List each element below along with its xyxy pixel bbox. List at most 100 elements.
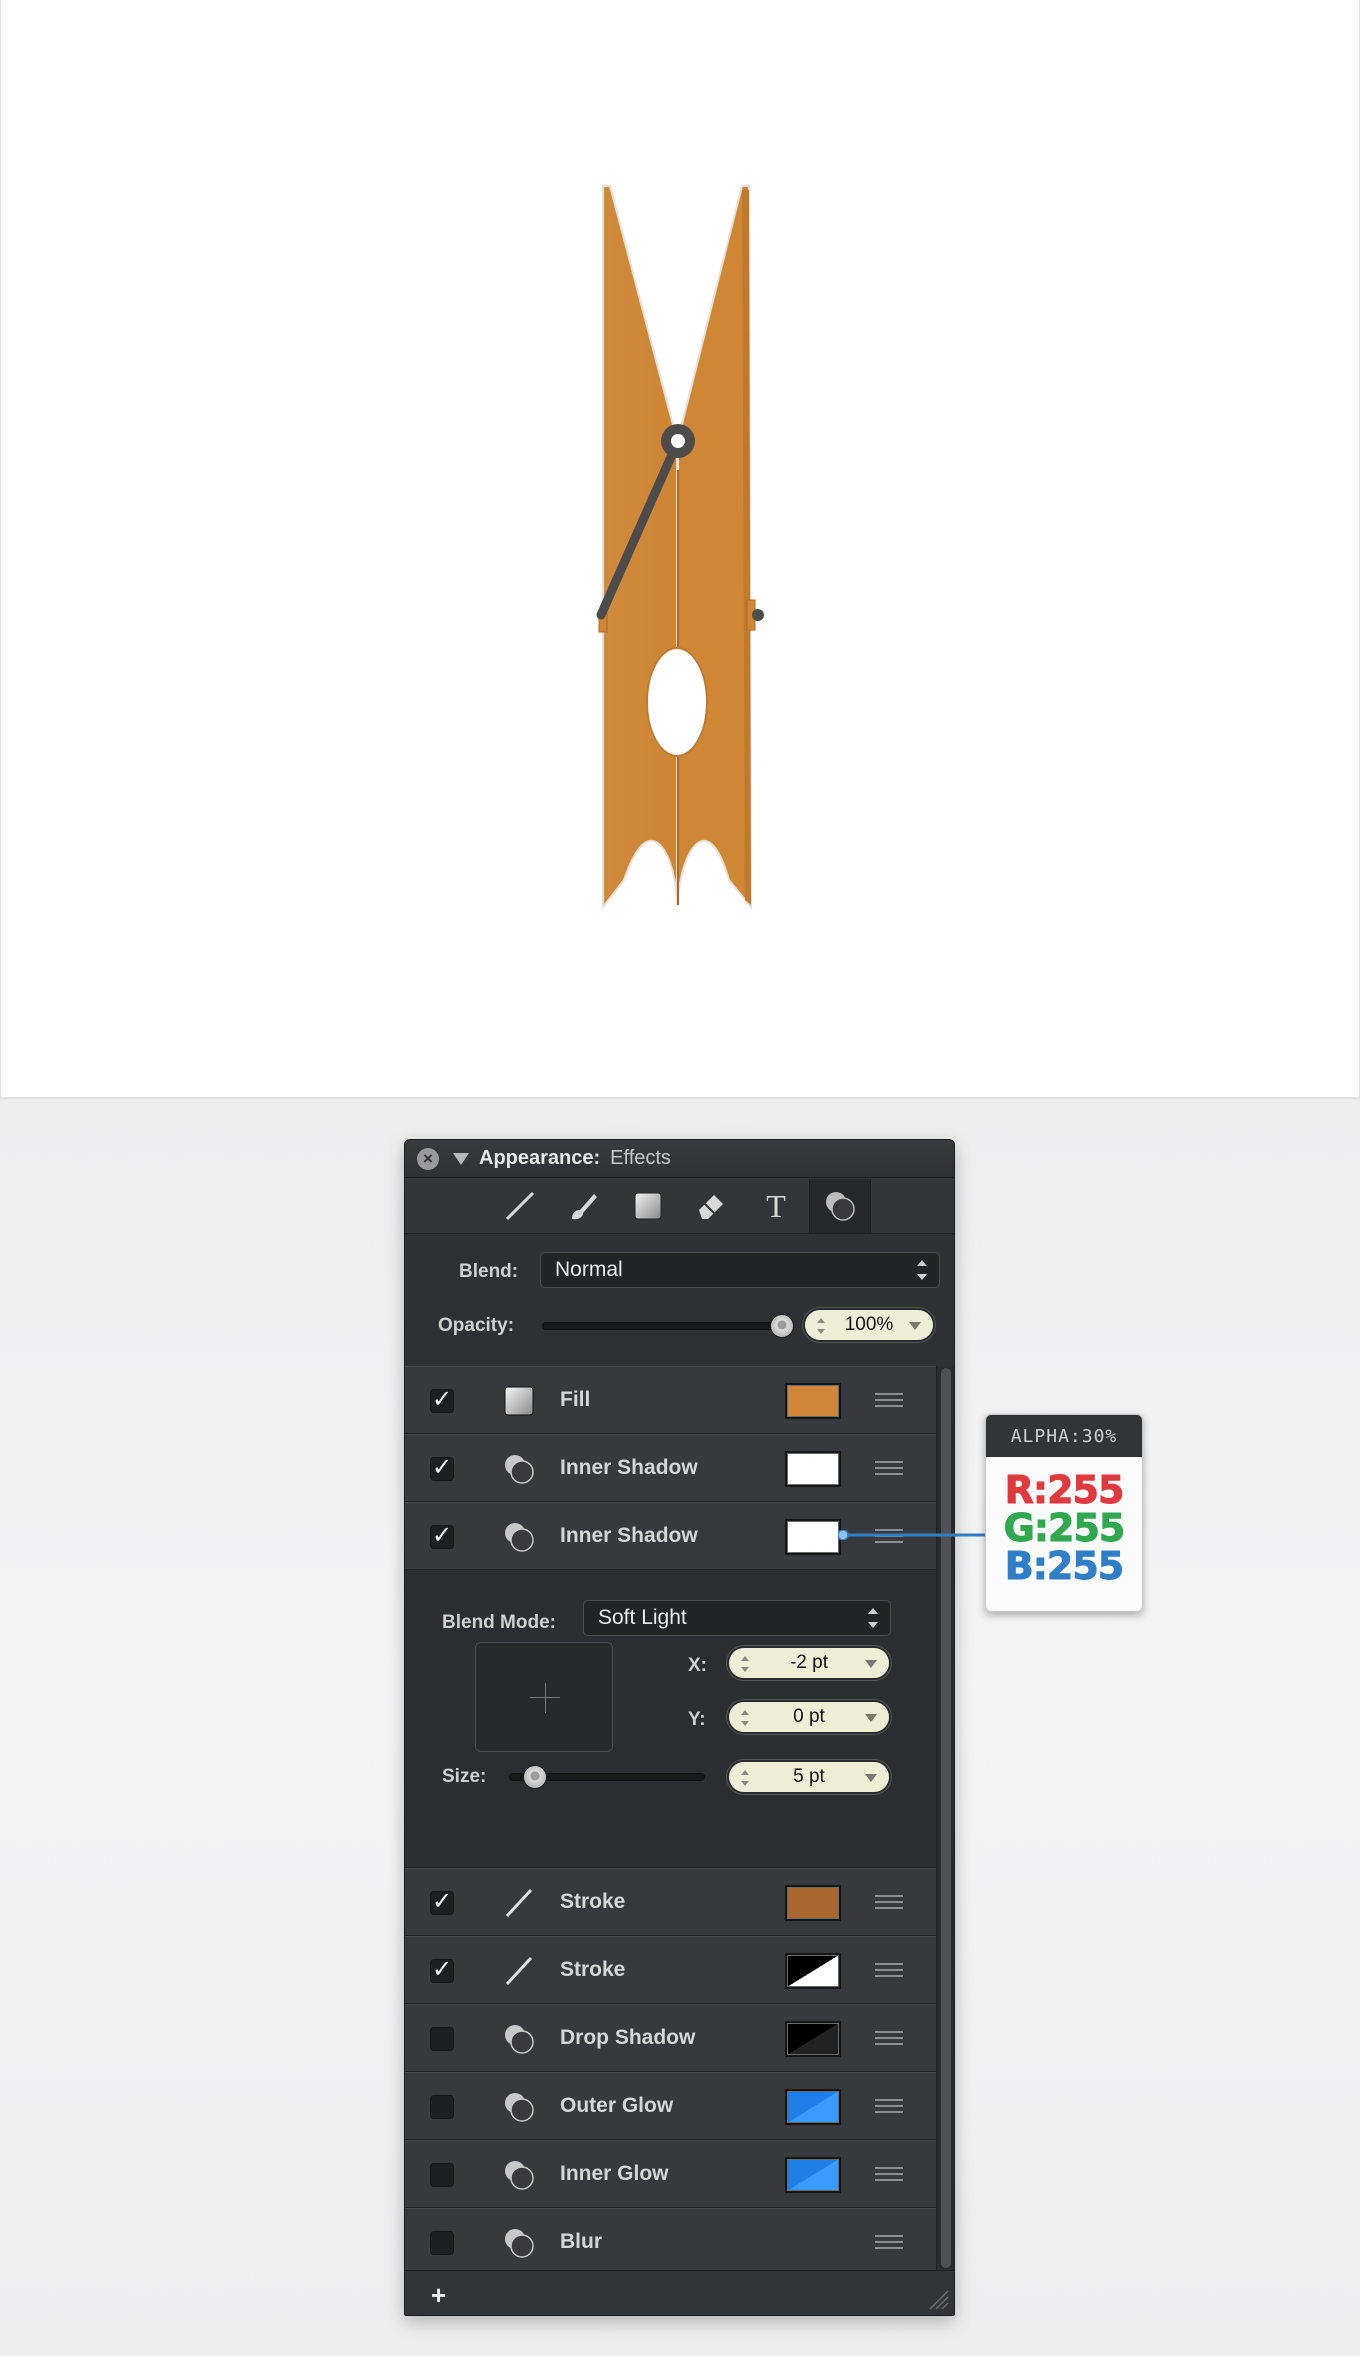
- blend-mode-label: Blend Mode:: [442, 1612, 556, 1633]
- color-swatch[interactable]: [785, 2157, 841, 2193]
- select-arrows-icon: [917, 1260, 927, 1280]
- brush-tool-icon[interactable]: [553, 1179, 615, 1233]
- dropdown-arrow-icon[interactable]: [865, 1714, 877, 1722]
- fill-tool-icon[interactable]: [617, 1179, 679, 1233]
- opacity-slider-track[interactable]: [542, 1322, 782, 1330]
- effect-row[interactable]: Blur: [405, 2208, 936, 2276]
- offset-pad[interactable]: [475, 1642, 613, 1752]
- effect-checkbox[interactable]: ✓: [430, 1456, 454, 1481]
- blend-select[interactable]: Normal: [540, 1252, 940, 1288]
- eraser-tool-icon[interactable]: [681, 1179, 743, 1233]
- disclosure-triangle-icon[interactable]: [453, 1152, 469, 1165]
- effect-row[interactable]: ✓ Stroke: [405, 1868, 936, 1936]
- panel-title: Appearance:: [479, 1147, 601, 1169]
- color-swatch[interactable]: [785, 1383, 841, 1419]
- clothespin-illustration: [596, 185, 764, 910]
- size-label: Size:: [442, 1766, 487, 1787]
- stepper-arrows-icon[interactable]: [741, 1710, 749, 1726]
- inner-shadow-settings: Blend Mode: Soft Light X: -2 pt Y: 0 pt …: [405, 1570, 936, 1868]
- crosshair-icon-vertical: [545, 1683, 546, 1713]
- effect-checkbox[interactable]: ✓: [430, 1958, 454, 1983]
- svg-text:T: T: [766, 1188, 786, 1224]
- effect-row[interactable]: ✓ Inner Shadow: [405, 1434, 936, 1502]
- color-swatch[interactable]: [785, 2021, 841, 2057]
- clothespin-hole: [646, 647, 708, 757]
- red-readout: R:255: [1004, 1468, 1125, 1512]
- dropdown-arrow-icon[interactable]: [865, 1660, 877, 1668]
- shadow-icon: [505, 2161, 534, 2190]
- effect-name: Drop Shadow: [560, 2026, 696, 2049]
- effects-tool-icon[interactable]: [808, 1178, 871, 1233]
- effect-row[interactable]: ✓ Stroke: [405, 1936, 936, 2004]
- effect-checkbox[interactable]: ✓: [430, 1524, 454, 1549]
- effect-name: Outer Glow: [560, 2094, 674, 2117]
- stroke-icon: [505, 1888, 533, 1918]
- size-stepper[interactable]: 5 pt: [727, 1760, 891, 1794]
- effect-row[interactable]: ✓ Fill: [405, 1366, 936, 1434]
- stroke-tool-icon[interactable]: [489, 1179, 551, 1233]
- scrollbar-thumb[interactable]: [941, 1368, 951, 2268]
- stepper-arrows-icon[interactable]: [741, 1656, 749, 1672]
- x-offset-value: -2 pt: [789, 1652, 829, 1673]
- effect-checkbox[interactable]: [430, 2231, 454, 2255]
- y-label: Y:: [688, 1709, 706, 1730]
- color-swatch[interactable]: [785, 1885, 841, 1921]
- dropdown-arrow-icon[interactable]: [909, 1322, 921, 1330]
- effect-checkbox[interactable]: [430, 2027, 454, 2051]
- drag-handle-icon[interactable]: [875, 2099, 903, 2113]
- blend-mode-value: Soft Light: [598, 1606, 687, 1629]
- drag-handle-icon[interactable]: [875, 1461, 903, 1475]
- color-value-tooltip: ALPHA:30% R:255 G:255 B:255: [985, 1414, 1143, 1612]
- effects-scrollbar[interactable]: [936, 1366, 954, 2270]
- opacity-value: 100%: [844, 1314, 894, 1335]
- size-slider-knob[interactable]: [522, 1765, 547, 1789]
- effect-checkbox[interactable]: [430, 2095, 454, 2119]
- dropdown-arrow-icon[interactable]: [865, 1774, 877, 1782]
- effect-name: Fill: [560, 1388, 591, 1411]
- drag-handle-icon[interactable]: [875, 2235, 903, 2249]
- alpha-readout: ALPHA:30%: [986, 1415, 1142, 1457]
- effect-name: Inner Glow: [560, 2162, 669, 2185]
- shadow-icon: [505, 1523, 534, 1552]
- blue-readout: B:255: [1004, 1544, 1124, 1588]
- blend-label: Blend:: [459, 1261, 519, 1282]
- effect-name: Inner Shadow: [560, 1456, 698, 1479]
- panel-subtitle: Effects: [610, 1147, 671, 1169]
- drag-handle-icon[interactable]: [875, 2167, 903, 2181]
- color-swatch[interactable]: [785, 2089, 841, 2125]
- effect-row[interactable]: Outer Glow: [405, 2072, 936, 2140]
- effect-row[interactable]: Inner Glow: [405, 2140, 936, 2208]
- close-icon[interactable]: ×: [417, 1147, 439, 1170]
- stepper-arrows-icon[interactable]: [817, 1318, 825, 1334]
- effect-checkbox[interactable]: [430, 2163, 454, 2187]
- effect-row[interactable]: Drop Shadow: [405, 2004, 936, 2072]
- opacity-stepper[interactable]: 100%: [803, 1308, 935, 1342]
- drag-handle-icon[interactable]: [875, 1393, 903, 1407]
- add-effect-button[interactable]: +: [431, 2280, 446, 2311]
- text-tool-icon[interactable]: T: [745, 1179, 807, 1233]
- opacity-slider-knob[interactable]: [770, 1314, 794, 1338]
- effect-checkbox[interactable]: ✓: [430, 1388, 454, 1413]
- effect-name: Blur: [560, 2230, 602, 2253]
- fill-icon: [504, 1386, 534, 1416]
- x-label: X:: [688, 1655, 707, 1676]
- y-offset-value: 0 pt: [793, 1706, 825, 1727]
- blend-value: Normal: [555, 1258, 623, 1281]
- effect-checkbox[interactable]: ✓: [430, 1890, 454, 1915]
- drag-handle-icon[interactable]: [875, 1895, 903, 1909]
- blend-mode-select[interactable]: Soft Light: [583, 1600, 891, 1636]
- clothespin-left-half: [602, 185, 678, 910]
- color-swatch[interactable]: [785, 1953, 841, 1989]
- resize-grip-icon[interactable]: [924, 2285, 950, 2311]
- panel-footer: +: [405, 2270, 954, 2315]
- size-value: 5 pt: [793, 1766, 825, 1787]
- shadow-icon: [505, 2025, 534, 2054]
- y-offset-stepper[interactable]: 0 pt: [727, 1700, 891, 1734]
- color-swatch[interactable]: [785, 1451, 841, 1487]
- x-offset-stepper[interactable]: -2 pt: [727, 1646, 891, 1680]
- drag-handle-icon[interactable]: [875, 1963, 903, 1977]
- drag-handle-icon[interactable]: [875, 2031, 903, 2045]
- shadow-icon: [505, 2093, 534, 2122]
- color-swatch[interactable]: [785, 1519, 841, 1555]
- stepper-arrows-icon[interactable]: [741, 1770, 749, 1786]
